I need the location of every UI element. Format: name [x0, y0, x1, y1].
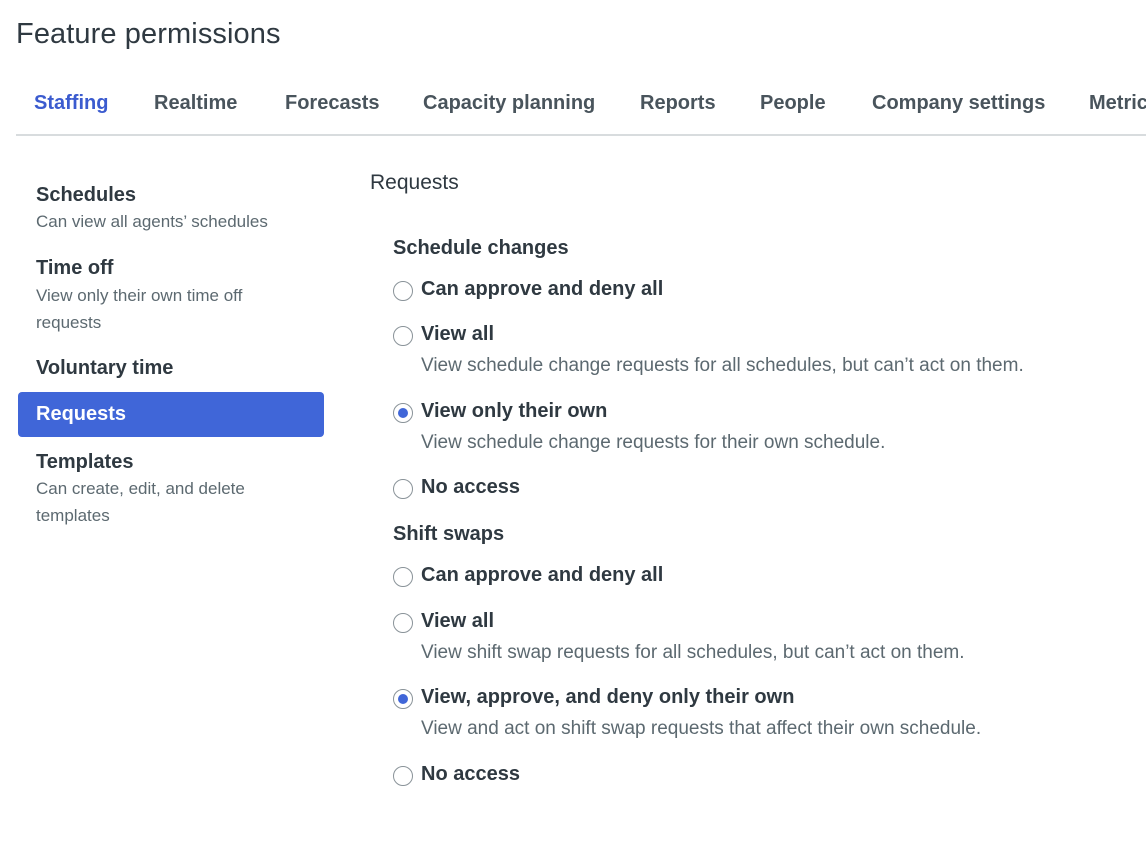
tab-company-settings[interactable]: Company settings [872, 76, 1045, 134]
sidebar-item-desc: Can view all agents’ schedules [36, 212, 268, 231]
radio-button-checked[interactable] [393, 403, 413, 423]
radio-option-label: No access [421, 476, 520, 498]
radio-button[interactable] [393, 567, 413, 587]
group-title-shift-swaps: Shift swaps [393, 523, 505, 545]
radio-option-label: View all [421, 323, 495, 345]
radio-button[interactable] [393, 766, 413, 786]
sidebar-item-label: Time off [36, 257, 114, 279]
sidebar-item-requests[interactable]: Requests [18, 392, 324, 437]
sidebar-item-label: Templates [36, 451, 134, 473]
tab-staffing[interactable]: Staffing [16, 76, 125, 134]
sidebar-item-templates[interactable]: Templates Can create, edit, and delete t… [18, 442, 324, 530]
sidebar-item-desc: Can create, edit, and delete templates [36, 479, 245, 525]
tab-realtime[interactable]: Realtime [154, 76, 237, 134]
sidebar-item-label: Requests [36, 403, 127, 425]
radio-button[interactable] [393, 479, 413, 499]
tab-forecasts[interactable]: Forecasts [285, 76, 380, 134]
radio-button-checked[interactable] [393, 689, 413, 709]
sidebar-item-label: Voluntary time [36, 357, 174, 379]
radio-option-label: View, approve, and deny only their own [421, 686, 795, 708]
sidebar-item-time-off[interactable]: Time off View only their own time off re… [18, 252, 324, 340]
radio-option-desc: View and act on shift swap requests that… [421, 718, 982, 739]
radio-button[interactable] [393, 281, 413, 301]
tab-people[interactable]: People [760, 76, 826, 134]
radio-button[interactable] [393, 613, 413, 633]
radio-option-label: Can approve and deny all [421, 278, 664, 300]
sidebar-item-voluntary-time[interactable]: Voluntary time [18, 348, 324, 384]
sidebar-item-schedules[interactable]: Schedules Can view all agents’ schedules [18, 178, 324, 240]
radio-option-desc: View schedule change requests for their … [421, 432, 886, 453]
radio-option-label: View all [421, 610, 495, 632]
tab-capacity-planning[interactable]: Capacity planning [423, 76, 595, 134]
sidebar-item-desc: View only their own time off requests [36, 286, 243, 332]
radio-option-label: View only their own [421, 400, 608, 422]
tab-reports[interactable]: Reports [640, 76, 716, 134]
tab-bar: Staffing Realtime Forecasts Capacity pla… [16, 76, 1146, 136]
radio-option-label: No access [421, 763, 520, 785]
radio-button[interactable] [393, 326, 413, 346]
group-title-schedule-changes: Schedule changes [393, 237, 569, 259]
radio-option-desc: View schedule change requests for all sc… [421, 355, 1024, 376]
tab-metrics[interactable]: Metrics [1089, 76, 1146, 134]
radio-option-label: Can approve and deny all [421, 564, 664, 586]
section-title: Requests [370, 171, 459, 194]
radio-option-desc: View shift swap requests for all schedul… [421, 642, 965, 663]
page-title: Feature permissions [16, 18, 281, 50]
sidebar-item-label: Schedules [36, 184, 137, 206]
